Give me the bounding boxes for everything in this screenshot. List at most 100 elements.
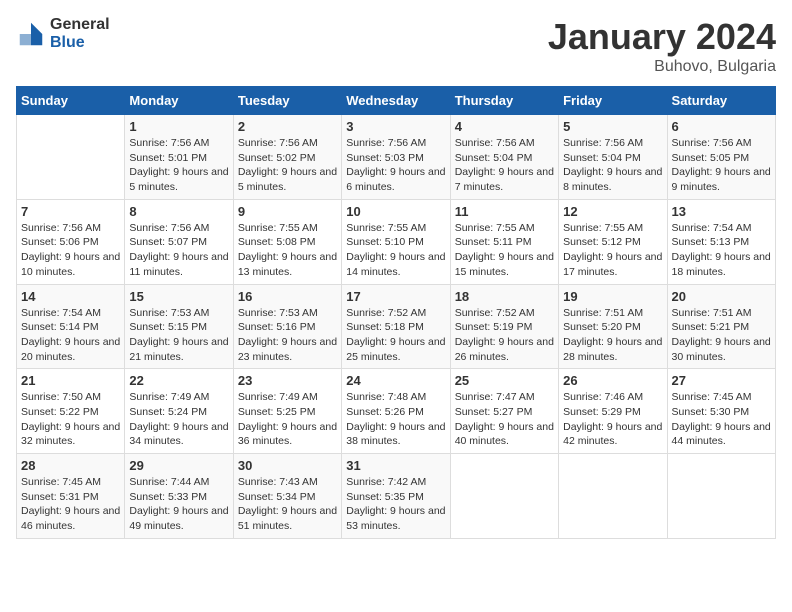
day-number: 14 bbox=[21, 289, 120, 304]
day-number: 11 bbox=[455, 204, 554, 219]
day-info: Sunrise: 7:56 AMSunset: 5:03 PMDaylight:… bbox=[346, 136, 445, 195]
day-number: 29 bbox=[129, 458, 228, 473]
calendar-cell: 1 Sunrise: 7:56 AMSunset: 5:01 PMDaylight… bbox=[125, 115, 233, 200]
month-title: January 2024 bbox=[548, 16, 776, 58]
day-info: Sunrise: 7:48 AMSunset: 5:26 PMDaylight:… bbox=[346, 390, 445, 449]
calendar-cell: 14 Sunrise: 7:54 AMSunset: 5:14 PMDayligh… bbox=[17, 284, 125, 369]
day-number: 21 bbox=[21, 373, 120, 388]
calendar-cell: 22 Sunrise: 7:49 AMSunset: 5:24 PMDayligh… bbox=[125, 369, 233, 454]
logo: General Blue bbox=[16, 16, 110, 51]
day-number: 16 bbox=[238, 289, 337, 304]
day-info: Sunrise: 7:56 AMSunset: 5:07 PMDaylight:… bbox=[129, 221, 228, 280]
logo-general-text: General bbox=[50, 16, 110, 34]
day-number: 4 bbox=[455, 119, 554, 134]
day-number: 31 bbox=[346, 458, 445, 473]
location-title: Buhovo, Bulgaria bbox=[548, 58, 776, 76]
day-number: 10 bbox=[346, 204, 445, 219]
calendar-cell: 8 Sunrise: 7:56 AMSunset: 5:07 PMDaylight… bbox=[125, 199, 233, 284]
day-info: Sunrise: 7:44 AMSunset: 5:33 PMDaylight:… bbox=[129, 475, 228, 534]
weekday-header-wednesday: Wednesday bbox=[342, 87, 450, 115]
calendar-week-row: 7Sunrise: 7:56 AMSunset: 5:06 PMDaylight… bbox=[17, 199, 776, 284]
day-number: 26 bbox=[563, 373, 662, 388]
day-number: 3 bbox=[346, 119, 445, 134]
calendar-cell: 25Sunrise: 7:47 AMSunset: 5:27 PMDayligh… bbox=[450, 369, 558, 454]
day-info: Sunrise: 7:50 AMSunset: 5:22 PMDaylight:… bbox=[21, 390, 120, 449]
day-number: 15 bbox=[129, 289, 228, 304]
day-info: Sunrise: 7:56 AMSunset: 5:04 PMDaylight:… bbox=[563, 136, 662, 195]
day-number: 22 bbox=[129, 373, 228, 388]
calendar-cell: 17 Sunrise: 7:52 AMSunset: 5:18 PMDayligh… bbox=[342, 284, 450, 369]
day-info: Sunrise: 7:47 AMSunset: 5:27 PMDaylight:… bbox=[455, 390, 554, 449]
calendar-cell bbox=[17, 115, 125, 200]
calendar-table: SundayMondayTuesdayWednesdayThursdayFrid… bbox=[16, 86, 776, 539]
day-info: Sunrise: 7:49 AMSunset: 5:24 PMDaylight:… bbox=[129, 390, 228, 449]
calendar-cell: 18Sunrise: 7:52 AMSunset: 5:19 PMDayligh… bbox=[450, 284, 558, 369]
calendar-cell: 19Sunrise: 7:51 AMSunset: 5:20 PMDayligh… bbox=[559, 284, 667, 369]
calendar-cell: 3 Sunrise: 7:56 AMSunset: 5:03 PMDaylight… bbox=[342, 115, 450, 200]
day-number: 17 bbox=[346, 289, 445, 304]
calendar-cell: 29 Sunrise: 7:44 AMSunset: 5:33 PMDayligh… bbox=[125, 454, 233, 539]
calendar-cell bbox=[667, 454, 775, 539]
day-info: Sunrise: 7:56 AMSunset: 5:06 PMDaylight:… bbox=[21, 221, 120, 280]
weekday-header-friday: Friday bbox=[559, 87, 667, 115]
calendar-cell bbox=[559, 454, 667, 539]
calendar-cell: 4 Sunrise: 7:56 AMSunset: 5:04 PMDaylight… bbox=[450, 115, 558, 200]
day-number: 24 bbox=[346, 373, 445, 388]
day-info: Sunrise: 7:53 AMSunset: 5:16 PMDaylight:… bbox=[238, 306, 337, 365]
day-number: 27 bbox=[672, 373, 771, 388]
calendar-cell: 24 Sunrise: 7:48 AMSunset: 5:26 PMDayligh… bbox=[342, 369, 450, 454]
day-number: 1 bbox=[129, 119, 228, 134]
calendar-cell: 30Sunrise: 7:43 AMSunset: 5:34 PMDayligh… bbox=[233, 454, 341, 539]
calendar-cell: 9 Sunrise: 7:55 AMSunset: 5:08 PMDaylight… bbox=[233, 199, 341, 284]
day-info: Sunrise: 7:49 AMSunset: 5:25 PMDaylight:… bbox=[238, 390, 337, 449]
day-number: 8 bbox=[129, 204, 228, 219]
weekday-header-saturday: Saturday bbox=[667, 87, 775, 115]
calendar-week-row: 21 Sunrise: 7:50 AMSunset: 5:22 PMDayligh… bbox=[17, 369, 776, 454]
logo-icon bbox=[16, 19, 46, 49]
day-info: Sunrise: 7:53 AMSunset: 5:15 PMDaylight:… bbox=[129, 306, 228, 365]
weekday-header-sunday: Sunday bbox=[17, 87, 125, 115]
day-info: Sunrise: 7:45 AMSunset: 5:30 PMDaylight:… bbox=[672, 390, 771, 449]
day-number: 12 bbox=[563, 204, 662, 219]
weekday-header-tuesday: Tuesday bbox=[233, 87, 341, 115]
day-info: Sunrise: 7:56 AMSunset: 5:01 PMDaylight:… bbox=[129, 136, 228, 195]
day-number: 6 bbox=[672, 119, 771, 134]
calendar-cell: 15 Sunrise: 7:53 AMSunset: 5:15 PMDayligh… bbox=[125, 284, 233, 369]
day-info: Sunrise: 7:55 AMSunset: 5:08 PMDaylight:… bbox=[238, 221, 337, 280]
calendar-cell: 28Sunrise: 7:45 AMSunset: 5:31 PMDayligh… bbox=[17, 454, 125, 539]
day-info: Sunrise: 7:52 AMSunset: 5:18 PMDaylight:… bbox=[346, 306, 445, 365]
day-number: 20 bbox=[672, 289, 771, 304]
calendar-cell: 27 Sunrise: 7:45 AMSunset: 5:30 PMDayligh… bbox=[667, 369, 775, 454]
day-info: Sunrise: 7:46 AMSunset: 5:29 PMDaylight:… bbox=[563, 390, 662, 449]
day-number: 30 bbox=[238, 458, 337, 473]
calendar-cell: 16 Sunrise: 7:53 AMSunset: 5:16 PMDayligh… bbox=[233, 284, 341, 369]
weekday-header-thursday: Thursday bbox=[450, 87, 558, 115]
title-area: January 2024 Buhovo, Bulgaria bbox=[548, 16, 776, 76]
calendar-cell: 12Sunrise: 7:55 AMSunset: 5:12 PMDayligh… bbox=[559, 199, 667, 284]
calendar-week-row: 14 Sunrise: 7:54 AMSunset: 5:14 PMDayligh… bbox=[17, 284, 776, 369]
day-info: Sunrise: 7:54 AMSunset: 5:13 PMDaylight:… bbox=[672, 221, 771, 280]
calendar-cell: 5 Sunrise: 7:56 AMSunset: 5:04 PMDaylight… bbox=[559, 115, 667, 200]
day-number: 9 bbox=[238, 204, 337, 219]
day-info: Sunrise: 7:45 AMSunset: 5:31 PMDaylight:… bbox=[21, 475, 120, 534]
day-info: Sunrise: 7:56 AMSunset: 5:04 PMDaylight:… bbox=[455, 136, 554, 195]
day-number: 23 bbox=[238, 373, 337, 388]
day-info: Sunrise: 7:55 AMSunset: 5:10 PMDaylight:… bbox=[346, 221, 445, 280]
calendar-cell: 31Sunrise: 7:42 AMSunset: 5:35 PMDayligh… bbox=[342, 454, 450, 539]
day-number: 18 bbox=[455, 289, 554, 304]
day-number: 13 bbox=[672, 204, 771, 219]
calendar-cell: 20 Sunrise: 7:51 AMSunset: 5:21 PMDayligh… bbox=[667, 284, 775, 369]
calendar-cell: 13 Sunrise: 7:54 AMSunset: 5:13 PMDayligh… bbox=[667, 199, 775, 284]
calendar-cell: 7Sunrise: 7:56 AMSunset: 5:06 PMDaylight… bbox=[17, 199, 125, 284]
calendar-cell: 10 Sunrise: 7:55 AMSunset: 5:10 PMDayligh… bbox=[342, 199, 450, 284]
day-number: 5 bbox=[563, 119, 662, 134]
day-number: 2 bbox=[238, 119, 337, 134]
weekday-header-row: SundayMondayTuesdayWednesdayThursdayFrid… bbox=[17, 87, 776, 115]
calendar-cell: 2Sunrise: 7:56 AMSunset: 5:02 PMDaylight… bbox=[233, 115, 341, 200]
day-info: Sunrise: 7:54 AMSunset: 5:14 PMDaylight:… bbox=[21, 306, 120, 365]
calendar-cell: 26 Sunrise: 7:46 AMSunset: 5:29 PMDayligh… bbox=[559, 369, 667, 454]
calendar-cell: 21 Sunrise: 7:50 AMSunset: 5:22 PMDayligh… bbox=[17, 369, 125, 454]
logo-blue-text: Blue bbox=[50, 34, 110, 52]
day-info: Sunrise: 7:51 AMSunset: 5:20 PMDaylight:… bbox=[563, 306, 662, 365]
day-info: Sunrise: 7:51 AMSunset: 5:21 PMDaylight:… bbox=[672, 306, 771, 365]
